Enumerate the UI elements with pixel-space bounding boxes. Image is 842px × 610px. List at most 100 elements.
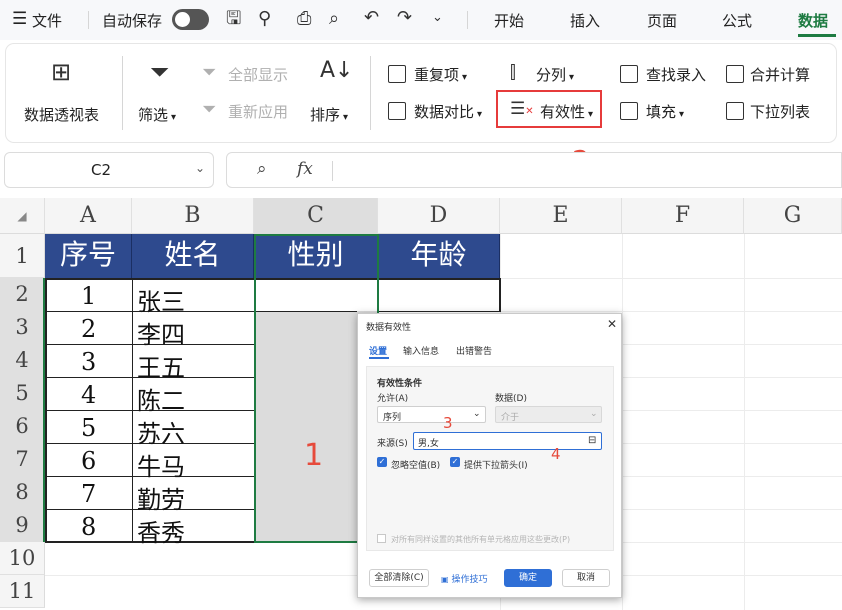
- cell-a5[interactable]: 4: [81, 381, 96, 409]
- chevron-down-icon: ▾: [343, 112, 349, 123]
- row-header-2[interactable]: 2: [0, 278, 45, 311]
- column-header-f[interactable]: F: [622, 198, 744, 234]
- row-header-3[interactable]: 3: [0, 311, 45, 344]
- redo-icon[interactable]: ↷: [397, 9, 412, 27]
- annotation-1: 1: [304, 438, 324, 473]
- tab-data[interactable]: 数据: [798, 10, 828, 31]
- reapply-button[interactable]: ⏷ 重新应用: [200, 99, 300, 123]
- split-button[interactable]: ⫿ 分列 ▾: [508, 62, 598, 86]
- chevron-down-icon[interactable]: ⌄: [432, 11, 443, 24]
- cell-a6[interactable]: 5: [81, 414, 96, 442]
- cancel-label: 取消: [576, 573, 595, 583]
- cell-b2[interactable]: 张三: [137, 282, 185, 317]
- ok-label: 确定: [518, 573, 537, 583]
- tab-input-message[interactable]: 输入信息: [403, 344, 439, 357]
- print-preview-icon[interactable]: ⌕: [329, 10, 339, 28]
- cell-a4[interactable]: 3: [81, 348, 96, 376]
- header-cell-seq[interactable]: 序号: [45, 234, 132, 278]
- pivot-table-label: 数据透视表: [24, 106, 100, 124]
- cell-b8[interactable]: 勤劳: [137, 480, 185, 515]
- cell-a2[interactable]: 1: [81, 282, 96, 310]
- column-header-c[interactable]: C: [254, 198, 378, 234]
- autosave-toggle[interactable]: [172, 9, 209, 30]
- tab-settings[interactable]: 设置: [369, 344, 387, 357]
- source-input[interactable]: 男,女 ⊟: [413, 432, 602, 450]
- sort-button[interactable]: A↓ 排序 ▾: [306, 54, 364, 134]
- source-label: 来源(S): [377, 439, 408, 449]
- cell-a8[interactable]: 7: [81, 480, 96, 508]
- cell-b6[interactable]: 苏六: [137, 414, 185, 449]
- chevron-down-icon[interactable]: ⌄: [195, 161, 205, 175]
- show-all-button[interactable]: ⏷ 全部显示: [200, 62, 300, 86]
- row-header-1[interactable]: 1: [0, 234, 45, 278]
- filter-button[interactable]: ⏷ 筛选 ▾: [134, 54, 189, 134]
- duplicates-button[interactable]: 重复项 ▾: [386, 62, 486, 86]
- column-header-d[interactable]: D: [378, 198, 500, 234]
- name-box[interactable]: C2 ⌄: [4, 152, 214, 188]
- tab-formula[interactable]: 公式: [722, 10, 752, 31]
- cell-b4[interactable]: 王五: [137, 348, 185, 383]
- file-menu[interactable]: 文件: [32, 10, 62, 31]
- cell-b5[interactable]: 陈二: [137, 381, 185, 416]
- grid-line: [744, 234, 745, 610]
- dropdown-list-button[interactable]: 下拉列表: [724, 99, 832, 123]
- cancel-button[interactable]: 取消: [562, 569, 610, 587]
- share-icon[interactable]: ⚲: [258, 10, 271, 28]
- lookup-button[interactable]: 查找录入: [618, 62, 718, 86]
- column-header-b[interactable]: B: [132, 198, 254, 234]
- header-cell-age[interactable]: 年龄: [378, 234, 500, 278]
- print-icon[interactable]: ⎙: [297, 10, 311, 28]
- divider: [332, 161, 333, 181]
- table-border: [499, 278, 501, 312]
- tab-error-alert[interactable]: 出错警告: [456, 344, 492, 357]
- tab-home[interactable]: 开始: [494, 10, 524, 31]
- close-icon[interactable]: ✕: [607, 317, 617, 331]
- column-header-e[interactable]: E: [500, 198, 622, 234]
- ignore-blank-checkbox[interactable]: ✓: [377, 457, 387, 467]
- tab-page[interactable]: 页面: [647, 10, 677, 31]
- data-select[interactable]: 介于 ⌄: [495, 406, 602, 423]
- compare-button[interactable]: 数据对比 ▾: [386, 99, 496, 123]
- cell-a7[interactable]: 6: [81, 447, 96, 475]
- table-border: [45, 278, 47, 542]
- menu-icon[interactable]: ☰: [12, 9, 27, 29]
- row-header-6[interactable]: 6: [0, 410, 45, 443]
- tab-insert[interactable]: 插入: [570, 10, 600, 31]
- row-header-10[interactable]: 10: [0, 542, 45, 575]
- fx-icon[interactable]: fx: [297, 159, 313, 179]
- zoom-icon[interactable]: ⌕: [257, 159, 267, 179]
- cell-a9[interactable]: 8: [81, 513, 96, 541]
- formula-bar[interactable]: ⌕ fx: [226, 152, 842, 188]
- consolidate-button[interactable]: 合并计算: [724, 62, 832, 86]
- data-validation-dialog: 数据有效性 ✕ 设置 输入信息 出错警告 有效性条件 允许(A) 数据(D) 序…: [357, 313, 622, 598]
- cell-a3[interactable]: 2: [81, 315, 96, 343]
- row-header-8[interactable]: 8: [0, 476, 45, 509]
- select-all-corner[interactable]: ◢: [0, 198, 45, 234]
- sort-icon: A↓: [320, 58, 354, 83]
- clear-all-button[interactable]: 全部清除(C): [369, 569, 429, 587]
- cell-b3[interactable]: 李四: [137, 315, 185, 350]
- row-header-7[interactable]: 7: [0, 443, 45, 476]
- cell-b9[interactable]: 香秀: [137, 513, 185, 548]
- apply-all-checkbox[interactable]: [377, 534, 386, 543]
- range-select-icon[interactable]: ⊟: [588, 435, 596, 446]
- filter-label: 筛选 ▾: [138, 104, 176, 125]
- cell-b7[interactable]: 牛马: [137, 447, 185, 482]
- row-header-5[interactable]: 5: [0, 377, 45, 410]
- allow-select[interactable]: 序列 ⌄: [377, 406, 486, 423]
- fill-button[interactable]: 填充 ▾: [618, 99, 698, 123]
- row-header-9[interactable]: 9: [0, 509, 45, 542]
- row-header-11[interactable]: 11: [0, 575, 45, 608]
- row-header-4[interactable]: 4: [0, 344, 45, 377]
- pivot-table-button[interactable]: ⊞ 数据透视表: [16, 54, 116, 134]
- undo-icon[interactable]: ↶: [364, 9, 379, 27]
- ok-button[interactable]: 确定: [504, 569, 552, 587]
- header-cell-name[interactable]: 姓名: [132, 234, 254, 278]
- column-header-a[interactable]: A: [45, 198, 132, 234]
- save-icon[interactable]: 🖫: [226, 10, 241, 28]
- dropdown-arrow-checkbox[interactable]: ✓: [450, 457, 460, 467]
- tips-link[interactable]: ▣ 操作技巧: [441, 572, 487, 585]
- filter-text: 筛选: [138, 106, 169, 124]
- column-header-g[interactable]: G: [744, 198, 842, 234]
- apply-all-label: 对所有同样设置的其他所有单元格应用这些更改(P): [391, 535, 571, 544]
